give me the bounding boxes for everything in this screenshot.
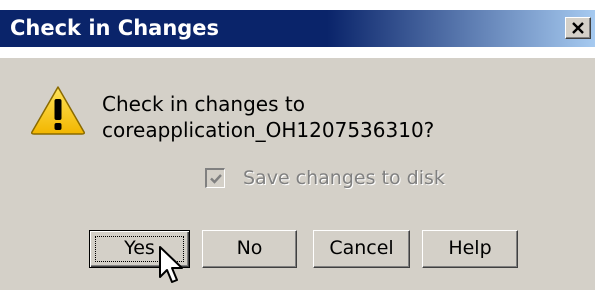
help-button-label: Help bbox=[448, 237, 492, 259]
title-bar: Check in Changes bbox=[0, 0, 595, 58]
help-button[interactable]: Help bbox=[422, 230, 518, 268]
message-line-2: coreapplication_OH1207536310? bbox=[102, 118, 435, 142]
save-changes-label: Save changes to disk bbox=[243, 167, 445, 189]
check-in-changes-dialog: Check in Changes Check in changes to cor… bbox=[0, 0, 595, 290]
no-button-label: No bbox=[236, 237, 263, 259]
warning-icon bbox=[31, 86, 85, 135]
save-changes-checkbox[interactable] bbox=[205, 168, 225, 188]
close-icon bbox=[572, 22, 584, 34]
checkmark-icon bbox=[210, 174, 222, 184]
message-line-1: Check in changes to bbox=[102, 92, 305, 116]
confirmation-message: Check in changes to coreapplication_OH12… bbox=[102, 91, 434, 143]
dialog-title: Check in Changes bbox=[10, 16, 220, 40]
cancel-button[interactable]: Cancel bbox=[313, 230, 410, 268]
close-button[interactable] bbox=[565, 17, 591, 39]
yes-button[interactable]: Yes bbox=[89, 230, 190, 268]
cancel-button-label: Cancel bbox=[329, 237, 394, 259]
no-button[interactable]: No bbox=[202, 230, 297, 268]
focus-rectangle bbox=[95, 236, 184, 262]
